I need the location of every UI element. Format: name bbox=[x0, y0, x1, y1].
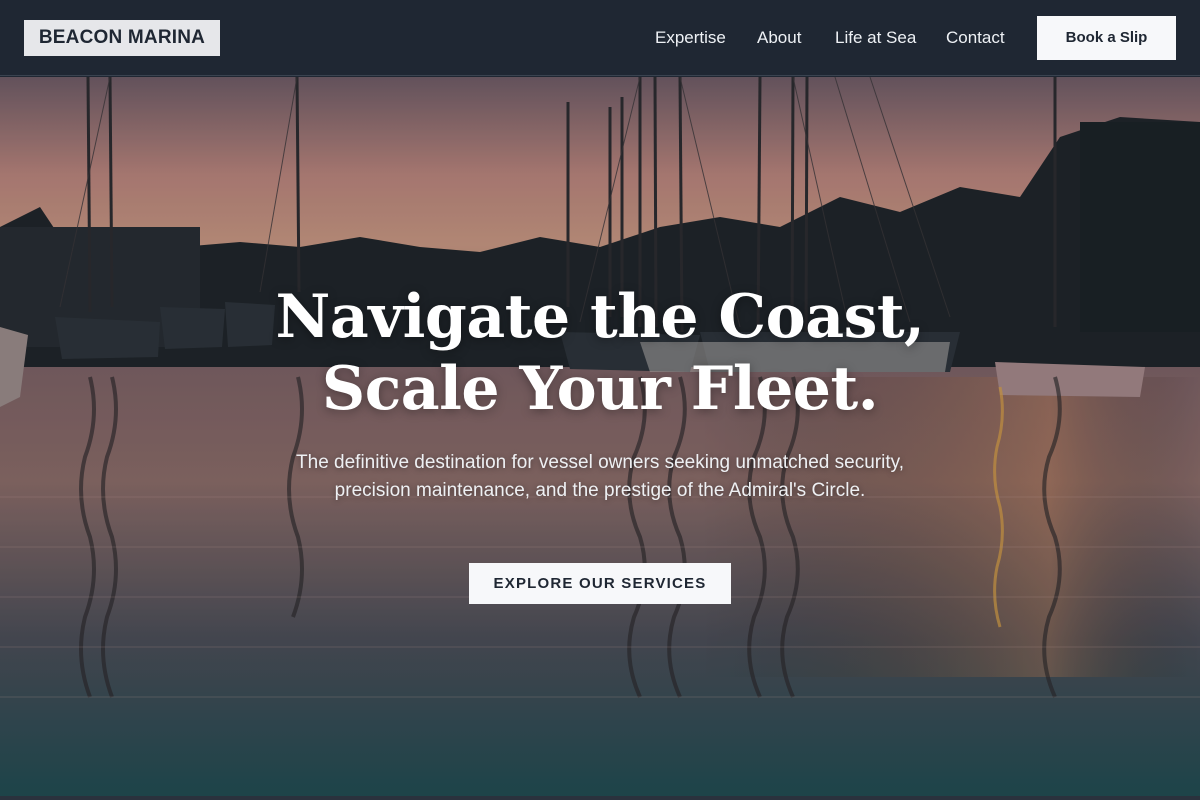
nav-link-about[interactable]: About bbox=[757, 27, 801, 49]
explore-services-button[interactable]: EXPLORE OUR SERVICES bbox=[469, 563, 731, 604]
book-slip-button[interactable]: Book a Slip bbox=[1037, 16, 1176, 60]
site-header: BEACON MARINA Expertise About Life at Se… bbox=[0, 0, 1200, 76]
nav-link-expertise[interactable]: Expertise bbox=[655, 27, 726, 49]
hero-overlay bbox=[0, 77, 1200, 796]
nav-link-life-at-sea[interactable]: Life at Sea bbox=[835, 27, 916, 49]
hero-subtext: The definitive destination for vessel ow… bbox=[296, 452, 904, 501]
site-logo[interactable]: BEACON MARINA bbox=[24, 20, 220, 56]
hero-headline-line-2: Scale Your Fleet. bbox=[321, 354, 879, 424]
hero-headline: Navigate the Coast, Scale Your Fleet. bbox=[150, 281, 1050, 425]
nav-link-contact[interactable]: Contact bbox=[946, 27, 1005, 49]
hero-section: Navigate the Coast, Scale Your Fleet. Th… bbox=[0, 77, 1200, 796]
hero-headline-line-1: Navigate the Coast, bbox=[275, 282, 925, 352]
page-bottom-edge bbox=[0, 796, 1200, 800]
